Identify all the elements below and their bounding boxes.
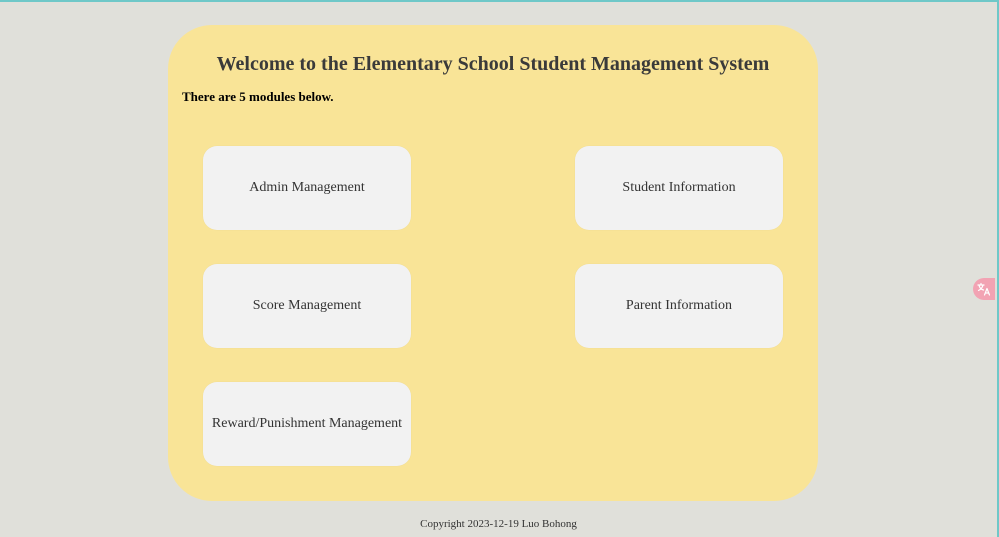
reward-punishment-management-button[interactable]: Reward/Punishment Management xyxy=(203,382,411,466)
parent-information-button[interactable]: Parent Information xyxy=(575,264,783,348)
parent-information-label: Parent Information xyxy=(625,298,733,313)
page-title: Welcome to the Elementary School Student… xyxy=(216,53,770,75)
main-panel: Welcome to the Elementary School Student… xyxy=(168,25,818,501)
reward-punishment-management-label: Reward/Punishment Management xyxy=(211,416,403,431)
translate-icon xyxy=(977,282,991,296)
copyright-footer: Copyright 2023-12-19 Luo Bohong xyxy=(420,518,577,530)
score-management-label: Score Management xyxy=(252,298,362,313)
translate-button[interactable] xyxy=(973,278,995,300)
score-management-button[interactable]: Score Management xyxy=(203,264,411,348)
modules-intro: There are 5 modules below. xyxy=(182,89,334,104)
student-information-button[interactable]: Student Information xyxy=(575,146,783,230)
student-information-label: Student Information xyxy=(622,180,736,195)
admin-management-button[interactable]: Admin Management xyxy=(203,146,411,230)
admin-management-label: Admin Management xyxy=(249,180,365,195)
